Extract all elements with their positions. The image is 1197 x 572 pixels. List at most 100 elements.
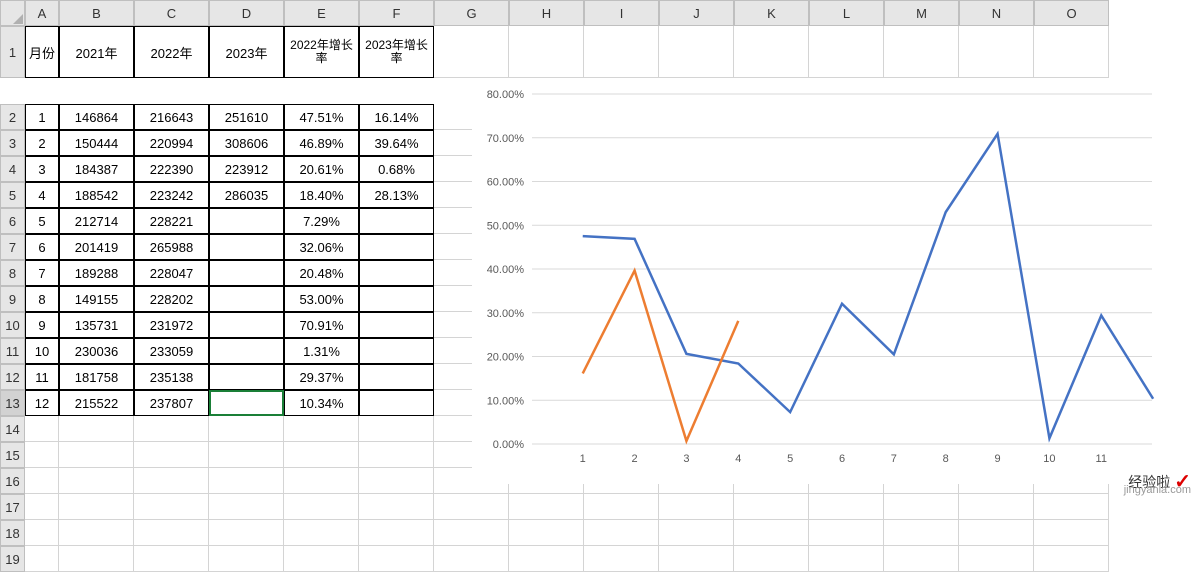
cell-F13[interactable] <box>359 390 434 416</box>
cell-L17[interactable] <box>809 494 884 520</box>
cell-D12[interactable] <box>209 364 284 390</box>
select-all-corner[interactable] <box>0 0 25 26</box>
cell-A18[interactable] <box>25 520 59 546</box>
row-header-8[interactable]: 8 <box>0 260 25 286</box>
column-header-O[interactable]: O <box>1034 0 1109 26</box>
cell-D3[interactable]: 308606 <box>209 130 284 156</box>
cell-F1[interactable]: 2023年增长率 <box>359 26 434 78</box>
cell-M19[interactable] <box>884 546 959 572</box>
cell-I17[interactable] <box>584 494 659 520</box>
row-header-10[interactable]: 10 <box>0 312 25 338</box>
cell-F7[interactable] <box>359 234 434 260</box>
cell-L1[interactable] <box>809 26 884 78</box>
cell-D5[interactable]: 286035 <box>209 182 284 208</box>
line-chart[interactable]: 0.00%10.00%20.00%30.00%40.00%50.00%60.00… <box>472 84 1172 484</box>
cell-N17[interactable] <box>959 494 1034 520</box>
row-header-18[interactable]: 18 <box>0 520 25 546</box>
cell-A5[interactable]: 4 <box>25 182 59 208</box>
cell-B16[interactable] <box>59 468 134 494</box>
cell-A8[interactable]: 7 <box>25 260 59 286</box>
cell-J1[interactable] <box>659 26 734 78</box>
cell-D19[interactable] <box>209 546 284 572</box>
cell-D7[interactable] <box>209 234 284 260</box>
cell-D4[interactable]: 223912 <box>209 156 284 182</box>
row-header-5[interactable]: 5 <box>0 182 25 208</box>
column-header-E[interactable]: E <box>284 0 359 26</box>
cell-F8[interactable] <box>359 260 434 286</box>
cell-B4[interactable]: 184387 <box>59 156 134 182</box>
cell-G19[interactable] <box>434 546 509 572</box>
row-header-4[interactable]: 4 <box>0 156 25 182</box>
cell-F5[interactable]: 28.13% <box>359 182 434 208</box>
cell-C5[interactable]: 223242 <box>134 182 209 208</box>
cell-E14[interactable] <box>284 416 359 442</box>
cell-F9[interactable] <box>359 286 434 312</box>
column-header-J[interactable]: J <box>659 0 734 26</box>
cell-C9[interactable]: 228202 <box>134 286 209 312</box>
row-header-14[interactable]: 14 <box>0 416 25 442</box>
cell-B6[interactable]: 212714 <box>59 208 134 234</box>
cell-C4[interactable]: 222390 <box>134 156 209 182</box>
cell-K1[interactable] <box>734 26 809 78</box>
row-header-1[interactable]: 1 <box>0 26 25 78</box>
cell-A2[interactable]: 1 <box>25 104 59 130</box>
row-header-15[interactable]: 15 <box>0 442 25 468</box>
cell-A19[interactable] <box>25 546 59 572</box>
cell-A10[interactable]: 9 <box>25 312 59 338</box>
cell-B14[interactable] <box>59 416 134 442</box>
cell-O1[interactable] <box>1034 26 1109 78</box>
cell-F17[interactable] <box>359 494 434 520</box>
cell-B2[interactable]: 146864 <box>59 104 134 130</box>
cell-D1[interactable]: 2023年 <box>209 26 284 78</box>
cell-D16[interactable] <box>209 468 284 494</box>
cell-C8[interactable]: 228047 <box>134 260 209 286</box>
cell-O17[interactable] <box>1034 494 1109 520</box>
cell-F12[interactable] <box>359 364 434 390</box>
cell-E12[interactable]: 29.37% <box>284 364 359 390</box>
cell-C14[interactable] <box>134 416 209 442</box>
cell-D17[interactable] <box>209 494 284 520</box>
cell-A6[interactable]: 5 <box>25 208 59 234</box>
cell-F19[interactable] <box>359 546 434 572</box>
column-header-F[interactable]: F <box>359 0 434 26</box>
cell-B8[interactable]: 189288 <box>59 260 134 286</box>
cell-E9[interactable]: 53.00% <box>284 286 359 312</box>
row-header-12[interactable]: 12 <box>0 364 25 390</box>
cell-O19[interactable] <box>1034 546 1109 572</box>
cell-F2[interactable]: 16.14% <box>359 104 434 130</box>
cell-C7[interactable]: 265988 <box>134 234 209 260</box>
cell-B1[interactable]: 2021年 <box>59 26 134 78</box>
cell-F10[interactable] <box>359 312 434 338</box>
cell-C11[interactable]: 233059 <box>134 338 209 364</box>
cell-B19[interactable] <box>59 546 134 572</box>
cell-N1[interactable] <box>959 26 1034 78</box>
cell-C16[interactable] <box>134 468 209 494</box>
cell-E16[interactable] <box>284 468 359 494</box>
cell-A12[interactable]: 11 <box>25 364 59 390</box>
cell-G17[interactable] <box>434 494 509 520</box>
cell-B18[interactable] <box>59 520 134 546</box>
cell-C2[interactable]: 216643 <box>134 104 209 130</box>
cell-D9[interactable] <box>209 286 284 312</box>
cell-C17[interactable] <box>134 494 209 520</box>
cell-D15[interactable] <box>209 442 284 468</box>
cell-E4[interactable]: 20.61% <box>284 156 359 182</box>
cell-A16[interactable] <box>25 468 59 494</box>
cell-A17[interactable] <box>25 494 59 520</box>
cell-B15[interactable] <box>59 442 134 468</box>
cell-J19[interactable] <box>659 546 734 572</box>
cell-A14[interactable] <box>25 416 59 442</box>
cell-C19[interactable] <box>134 546 209 572</box>
cell-I1[interactable] <box>584 26 659 78</box>
cell-K19[interactable] <box>734 546 809 572</box>
cell-D11[interactable] <box>209 338 284 364</box>
cell-C10[interactable]: 231972 <box>134 312 209 338</box>
cell-N19[interactable] <box>959 546 1034 572</box>
cell-C15[interactable] <box>134 442 209 468</box>
cell-F14[interactable] <box>359 416 434 442</box>
row-header-11[interactable]: 11 <box>0 338 25 364</box>
row-header-13[interactable]: 13 <box>0 390 25 416</box>
column-header-A[interactable]: A <box>25 0 59 26</box>
cell-E15[interactable] <box>284 442 359 468</box>
cell-D13[interactable] <box>209 390 284 416</box>
